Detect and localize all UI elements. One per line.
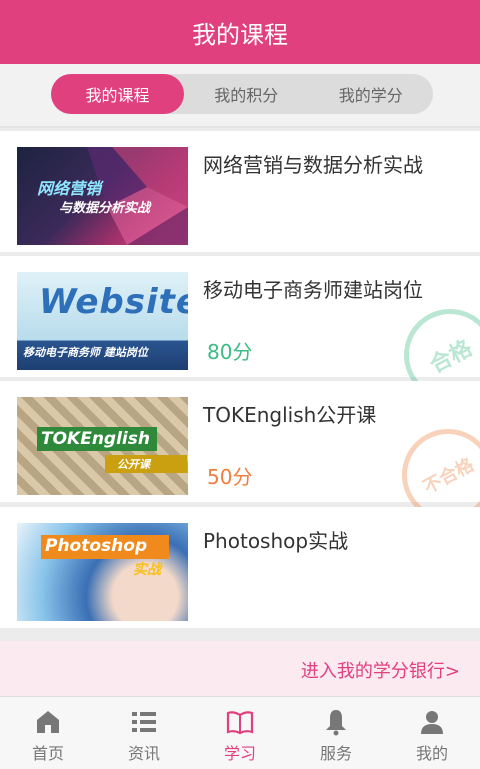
nav-service[interactable]: 服务: [288, 697, 384, 769]
nav-news[interactable]: 资讯: [96, 697, 192, 769]
nav-mine[interactable]: 我的: [384, 697, 480, 769]
course-title: 网络营销与数据分析实战: [203, 153, 423, 177]
course-thumbnail: Website 移动电子商务师 建站岗位: [17, 272, 188, 370]
course-title: 移动电子商务师建站岗位: [203, 278, 423, 302]
thumb-subtext: 与数据分析实战: [59, 201, 151, 216]
course-item[interactable]: TOKEnglish 公开课 TOKEnglish公开课 50分 不合格: [0, 381, 480, 538]
thumb-text: 网络营销: [37, 179, 102, 198]
tab-bar: 我的课程 我的积分 我的学分: [0, 64, 480, 128]
stamp-text: 合格: [425, 335, 477, 379]
course-title: Photoshop实战: [203, 529, 349, 553]
nav-label: 首页: [31, 744, 64, 763]
course-thumbnail: TOKEnglish 公开课: [17, 397, 188, 495]
bell-icon: [326, 710, 346, 736]
tab-my-points[interactable]: 我的积分: [184, 74, 309, 114]
user-icon: [421, 711, 443, 734]
thumb-subtext: 实战: [133, 562, 161, 578]
tab-my-courses[interactable]: 我的课程: [51, 74, 184, 114]
thumb-subtext: 公开课: [117, 458, 150, 471]
credit-bank-link-label[interactable]: 进入我的学分银行>: [301, 657, 460, 683]
course-score: 50分: [207, 465, 253, 489]
course-thumbnail: 网络营销 与数据分析实战: [17, 147, 188, 245]
course-title: TOKEnglish公开课: [203, 403, 377, 427]
course-item[interactable]: 网络营销 与数据分析实战 网络营销与数据分析实战: [0, 131, 480, 252]
page-title: 我的课程: [192, 20, 288, 49]
nav-label: 服务: [319, 744, 352, 763]
nav-label: 资讯: [127, 744, 160, 763]
stamp-text: 不合格: [419, 454, 478, 499]
course-score: 80分: [207, 340, 253, 364]
course-item[interactable]: Website 移动电子商务师 建站岗位 移动电子商务师建站岗位 80分 合格: [0, 256, 480, 418]
page-header: 我的课程: [0, 0, 480, 64]
book-icon: [226, 711, 254, 735]
course-thumbnail: Photoshop 实战: [17, 523, 188, 621]
list-icon: [132, 712, 156, 732]
home-icon: [37, 711, 59, 733]
nav-home[interactable]: 首页: [0, 697, 96, 769]
bottom-nav: 首页 资讯 学习 服务 我的: [0, 696, 480, 769]
course-item[interactable]: Photoshop 实战 Photoshop实战: [0, 507, 480, 628]
nav-label: 我的: [415, 744, 448, 763]
segmented-tabs: 我的课程 我的积分 我的学分: [51, 74, 433, 114]
nav-study[interactable]: 学习: [192, 697, 288, 769]
thumb-text: TOKEnglish: [41, 429, 150, 449]
thumb-text: Photoshop: [45, 536, 148, 556]
tab-my-credits[interactable]: 我的学分: [309, 74, 434, 114]
nav-label: 学习: [223, 744, 256, 763]
credit-bank-link[interactable]: 进入我的学分银行>: [0, 641, 480, 696]
thumb-text: Website: [39, 282, 188, 322]
thumb-subtext: 移动电子商务师 建站岗位: [23, 346, 148, 359]
